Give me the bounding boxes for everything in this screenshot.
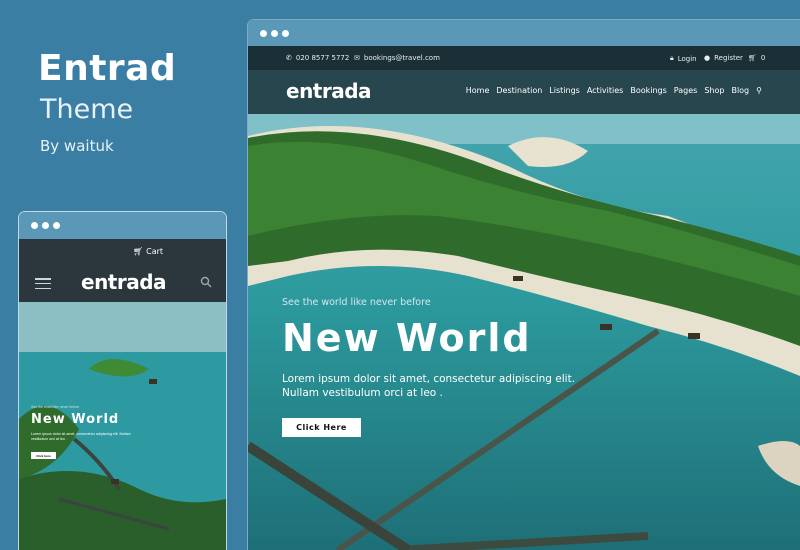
mobile-header: 🛒︎ Cart entrada	[19, 239, 226, 302]
email-address: bookings@travel.com	[363, 54, 440, 62]
cart-count: 0	[760, 54, 766, 62]
site-logo[interactable]: entrada	[286, 79, 372, 103]
phone-contact[interactable]: ✆ 020 8577 5772	[286, 54, 349, 62]
window-dot	[53, 222, 60, 229]
nav-item-listings[interactable]: Listings	[549, 86, 580, 95]
window-dot	[42, 222, 49, 229]
promo-subtitle: Theme	[40, 94, 134, 125]
nav-item-destination[interactable]: Destination	[496, 86, 542, 95]
window-titlebar	[19, 212, 226, 239]
mobile-hero-title: New World	[31, 412, 120, 427]
promo-byline: By waituk	[40, 137, 114, 155]
main-navbar: entrada Home Destination Listings Activi…	[248, 70, 800, 114]
nav-item-shop[interactable]: Shop	[704, 86, 724, 95]
lock-icon: 🔒︎	[670, 54, 674, 62]
login-link[interactable]: 🔒︎ Login	[670, 54, 697, 63]
hero-description: Lorem ipsum dolor sit amet, consectetur …	[282, 373, 576, 399]
window-dot	[282, 30, 289, 37]
mobile-hero-cta-button[interactable]: Click Here	[31, 452, 56, 459]
mobile-cart-label: Cart	[146, 247, 164, 256]
nav-item-bookings[interactable]: Bookings	[630, 86, 666, 95]
hero-cta-button[interactable]: Click Here	[282, 418, 361, 437]
window-dot	[31, 222, 38, 229]
window-titlebar	[248, 20, 800, 46]
phone-icon: ✆	[286, 54, 292, 62]
window-dot	[271, 30, 278, 37]
window-controls	[260, 30, 289, 37]
mobile-hero-description: Lorem ipsum dolor sit amet, consectetur …	[31, 432, 131, 441]
nav-item-blog[interactable]: Blog	[731, 86, 749, 95]
cart-icon: 🛒︎	[133, 247, 144, 256]
top-bar: ✆ 020 8577 5772 ✉ bookings@travel.com 🔒︎…	[248, 46, 800, 70]
hamburger-menu-icon[interactable]	[35, 278, 51, 289]
nav-item-pages[interactable]: Pages	[674, 86, 698, 95]
nav-item-home[interactable]: Home	[466, 86, 490, 95]
mobile-hero-section: 🛒︎ Cart entrada See the world like never…	[19, 239, 226, 550]
window-controls	[31, 222, 60, 229]
register-link[interactable]: ● Register	[704, 54, 743, 62]
email-contact[interactable]: ✉ bookings@travel.com	[354, 54, 440, 62]
hero-kicker: See the world like never before	[282, 297, 431, 308]
nav-item-activities[interactable]: Activities	[587, 86, 624, 95]
main-nav: Home Destination Listings Activities Boo…	[466, 86, 762, 95]
mail-icon: ✉	[354, 54, 360, 62]
mobile-preview-window: 🛒︎ Cart entrada See the world like never…	[19, 212, 226, 550]
cart-link[interactable]: 🛒︎ 0	[748, 54, 765, 62]
login-label: Login	[677, 54, 697, 63]
desktop-preview-window: ✆ 020 8577 5772 ✉ bookings@travel.com 🔒︎…	[248, 20, 800, 550]
search-icon[interactable]: ⚲	[756, 86, 762, 95]
phone-number: 020 8577 5772	[295, 54, 350, 62]
user-icon: ●	[704, 54, 711, 62]
hero-title: New World	[282, 316, 532, 360]
promo-title: Entrad	[38, 48, 177, 89]
mobile-site-logo[interactable]: entrada	[81, 270, 167, 294]
hero-section: ✆ 020 8577 5772 ✉ bookings@travel.com 🔒︎…	[248, 46, 800, 550]
mobile-cart-link[interactable]: 🛒︎ Cart	[133, 247, 163, 256]
cart-icon: 🛒︎	[748, 54, 757, 62]
register-label: Register	[714, 54, 743, 62]
mobile-hero-kicker: See the world like never before	[31, 405, 80, 409]
search-icon[interactable]	[200, 276, 212, 288]
window-dot	[260, 30, 267, 37]
